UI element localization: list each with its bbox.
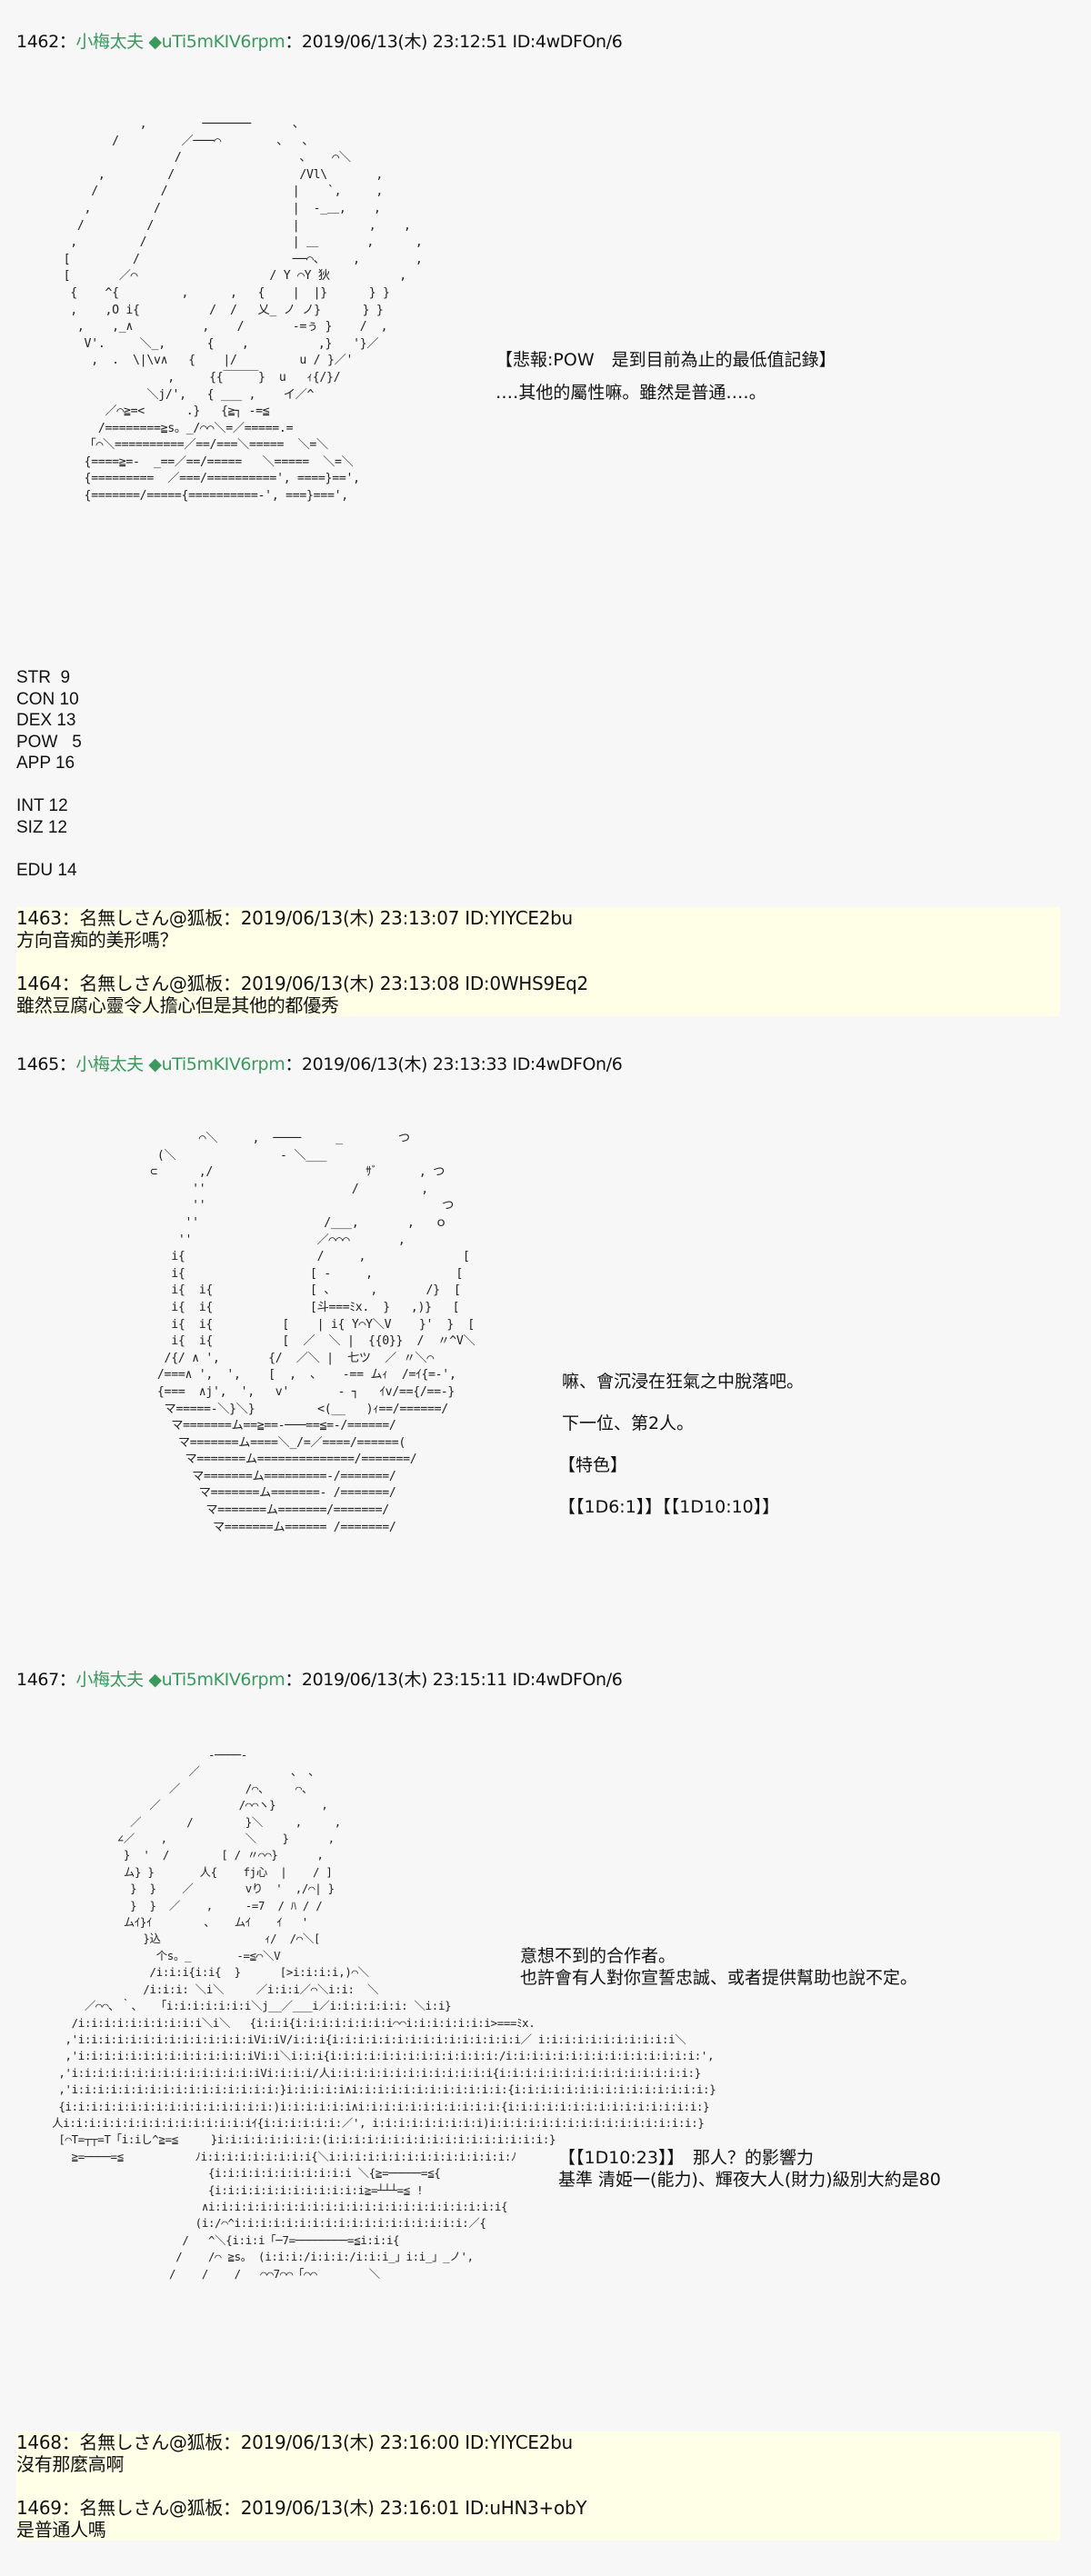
post-date: 2019/06/13(木) 23:13:33: [301, 1054, 507, 1074]
poster-name: 小梅太夫: [75, 32, 144, 52]
separator: ：: [285, 32, 302, 52]
separator: ：: [285, 1054, 302, 1074]
text-line: 基準 清姫一(能力)、輝夜大人(財力)級別大約是80: [558, 2170, 941, 2190]
ascii-art-2: ⌒＼ , ──── _ つ (＼ ‐ ＼___ ⊂ ,/ ｻﾞ , つ '' /…: [150, 1132, 475, 1534]
post-date: 2019/06/13(木) 23:12:51: [301, 32, 507, 52]
text-line: 【特色】: [558, 1455, 628, 1475]
reply-group: 1468：名無しさん@狐板：2019/06/13(木) 23:16:00 ID:…: [16, 2431, 1060, 2541]
post-number[interactable]: 1462: [16, 32, 59, 52]
text-line: ‥‥其他的屬性嘛。雖然是普通‥‥。: [495, 383, 766, 403]
post-header-1465: 1465：小梅太夫 ◆uTi5mKIV6rpm：2019/06/13(木) 23…: [16, 1053, 623, 1075]
post-header-1467: 1467：小梅太夫 ◆uTi5mKIV6rpm：2019/06/13(木) 23…: [16, 1669, 623, 1691]
poster-id[interactable]: ID:4wDFOn/6: [512, 1054, 622, 1074]
reply-header: 1464：名無しさん@狐板：2019/06/13(木) 23:13:08 ID:…: [16, 973, 588, 994]
character-stats: STR 9 CON 10 DEX 13 POW 5 APP 16 INT 12 …: [16, 668, 82, 880]
poster-trip: ◆uTi5mKIV6rpm: [148, 1054, 285, 1074]
ascii-art-3: -────- ／ 、 、 ／ /⌒、 ⌒、 ／ /⌒⌒ヽ} , ／ / }＼ ,…: [52, 1748, 716, 2281]
text-line: 也許會有人對你宣誓忠誠、或者提供幫助也說不定。: [520, 1968, 918, 1988]
text-line: 意想不到的合作者。: [520, 1946, 676, 1966]
reply-1464: 1464：名無しさん@狐板：2019/06/13(木) 23:13:08 ID:…: [16, 973, 1060, 1016]
reply-group: 1463：名無しさん@狐板：2019/06/13(木) 23:13:07 ID:…: [16, 907, 1060, 1016]
reply-body: 沒有那麼高啊: [16, 2453, 125, 2475]
post-number[interactable]: 1465: [16, 1054, 59, 1074]
poster-trip: ◆uTi5mKIV6rpm: [148, 32, 285, 52]
reply-header: 1469：名無しさん@狐板：2019/06/13(木) 23:16:01 ID:…: [16, 2497, 587, 2519]
text-line: 下一位、第2人。: [562, 1413, 695, 1433]
ascii-art-1: , ─────── 、 / ／───⌒ 、 、 / 、 ⌒＼ , / /Vl\ …: [63, 117, 423, 504]
text-line: 【悲報:POW 是到目前為止的最低值記錄】: [495, 350, 836, 370]
text-line: 嘛、會沉浸在狂氣之中脫落吧。: [562, 1372, 805, 1392]
poster-trip: ◆uTi5mKIV6rpm: [148, 1670, 285, 1690]
reply-1463: 1463：名無しさん@狐板：2019/06/13(木) 23:13:07 ID:…: [16, 907, 1060, 951]
post-1465-text: 嘛、會沉浸在狂氣之中脫落吧。 下一位、第2人。 【特色】 【【1D6:1】】【【…: [558, 1371, 805, 1518]
reply-1469: 1469：名無しさん@狐板：2019/06/13(木) 23:16:01 ID:…: [16, 2497, 1060, 2541]
reply-body: 方向音痴的美形嗎？: [16, 929, 178, 951]
reply-header: 1468：名無しさん@狐板：2019/06/13(木) 23:16:00 ID:…: [16, 2431, 573, 2453]
poster-name: 小梅太夫: [75, 1054, 144, 1074]
post-1462-text: 【悲報:POW 是到目前為止的最低值記錄】 ‥‥其他的屬性嘛。雖然是普通‥‥。: [495, 349, 836, 404]
reply-body: 雖然豆腐心靈令人擔心但是其他的都優秀: [16, 994, 339, 1016]
poster-id[interactable]: ID:4wDFOn/6: [512, 1670, 622, 1690]
reply-1468: 1468：名無しさん@狐板：2019/06/13(木) 23:16:00 ID:…: [16, 2431, 1060, 2475]
poster-id[interactable]: ID:4wDFOn/6: [512, 32, 622, 52]
separator: ：: [58, 1670, 76, 1690]
separator: ：: [285, 1670, 302, 1690]
separator: ：: [58, 1054, 76, 1074]
reply-header: 1463：名無しさん@狐板：2019/06/13(木) 23:13:07 ID:…: [16, 907, 573, 929]
poster-name: 小梅太夫: [75, 1670, 144, 1690]
post-1467-text-b: 【【1D10:23】】 那人？的影響力 基準 清姫一(能力)、輝夜大人(財力)級…: [558, 2147, 941, 2191]
reply-body: 是普通人嗎: [16, 2519, 106, 2541]
separator: ：: [58, 32, 76, 52]
post-header-1462: 1462：小梅太夫 ◆uTi5mKIV6rpm：2019/06/13(木) 23…: [16, 31, 623, 53]
dice-roll: 【【1D6:1】】【【1D10:10】】: [558, 1497, 780, 1517]
post-date: 2019/06/13(木) 23:15:11: [301, 1670, 507, 1690]
post-number[interactable]: 1467: [16, 1670, 59, 1690]
dice-roll: 【【1D10:23】】 那人？的影響力: [558, 2148, 814, 2168]
post-1467-text-a: 意想不到的合作者。 也許會有人對你宣誓忠誠、或者提供幫助也說不定。: [520, 1945, 917, 1989]
